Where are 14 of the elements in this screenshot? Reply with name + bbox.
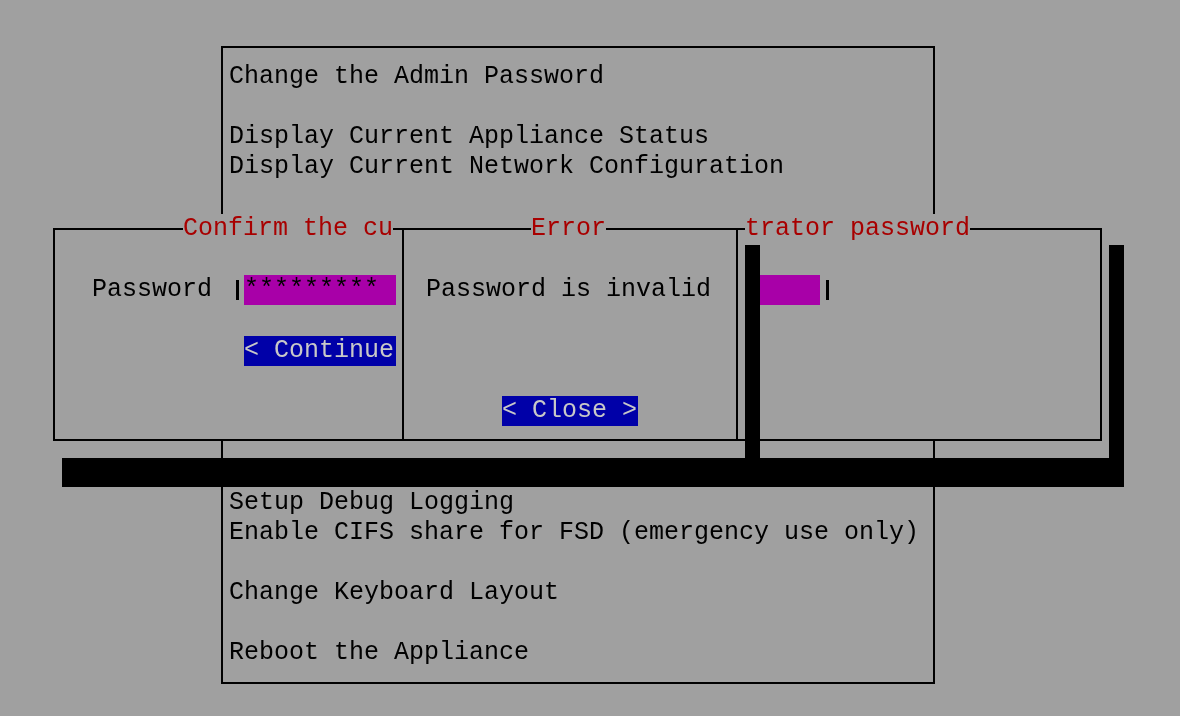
password-field[interactable] [760,275,820,305]
menu-item[interactable]: Setup Debug Logging [229,488,927,518]
menu-item[interactable]: Change the Admin Password [229,62,927,92]
menu-item[interactable]: Display Current Network Configuration [229,152,927,182]
text-cursor-icon [236,280,239,300]
menu-item[interactable]: Display Current Appliance Status [229,122,927,152]
menu-item[interactable]: Reboot the Appliance [229,638,927,668]
menu-item[interactable]: Change Keyboard Layout [229,578,927,608]
menu-item[interactable]: Enable CIFS share for FSD (emergency use only) [229,518,927,548]
field-label: Password [92,275,213,305]
continue-button[interactable]: < Continue [244,336,396,366]
close-button[interactable]: < Close > [502,396,638,426]
text-cursor-icon [826,280,829,300]
error-message: Password is invalid [426,275,712,305]
